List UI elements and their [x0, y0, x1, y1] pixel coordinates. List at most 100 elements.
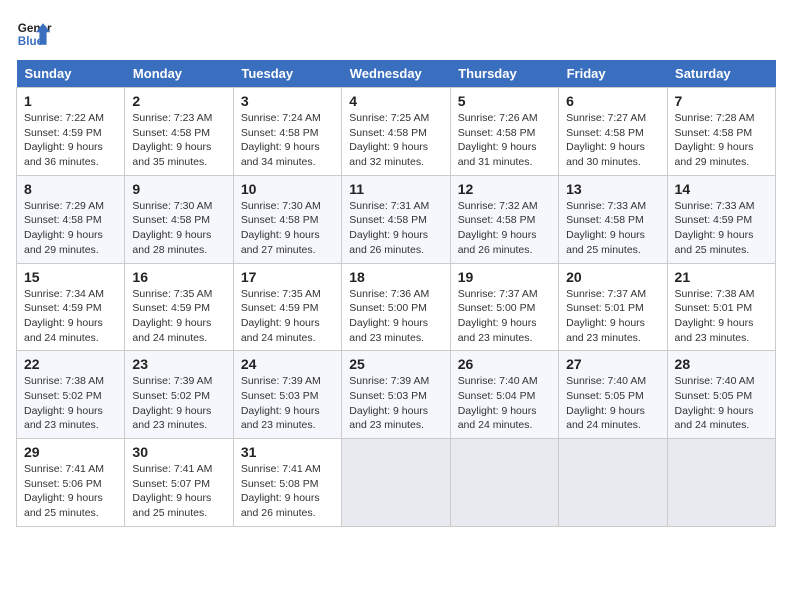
day-number: 14 — [675, 181, 768, 197]
calendar-cell: 14 Sunrise: 7:33 AM Sunset: 4:59 PM Dayli… — [667, 175, 775, 263]
day-number: 9 — [132, 181, 225, 197]
calendar-cell: 22 Sunrise: 7:38 AM Sunset: 5:02 PM Dayli… — [17, 351, 125, 439]
day-info: Sunrise: 7:22 AM Sunset: 4:59 PM Dayligh… — [24, 111, 117, 170]
day-info: Sunrise: 7:38 AM Sunset: 5:02 PM Dayligh… — [24, 374, 117, 433]
calendar-cell — [450, 439, 558, 527]
column-header-friday: Friday — [559, 60, 667, 88]
day-number: 22 — [24, 356, 117, 372]
day-info: Sunrise: 7:24 AM Sunset: 4:58 PM Dayligh… — [241, 111, 334, 170]
day-number: 3 — [241, 93, 334, 109]
calendar-cell: 29 Sunrise: 7:41 AM Sunset: 5:06 PM Dayli… — [17, 439, 125, 527]
day-info: Sunrise: 7:26 AM Sunset: 4:58 PM Dayligh… — [458, 111, 551, 170]
day-info: Sunrise: 7:37 AM Sunset: 5:00 PM Dayligh… — [458, 287, 551, 346]
day-number: 5 — [458, 93, 551, 109]
day-number: 7 — [675, 93, 768, 109]
calendar-cell: 19 Sunrise: 7:37 AM Sunset: 5:00 PM Dayli… — [450, 263, 558, 351]
day-number: 1 — [24, 93, 117, 109]
calendar-cell: 28 Sunrise: 7:40 AM Sunset: 5:05 PM Dayli… — [667, 351, 775, 439]
day-info: Sunrise: 7:39 AM Sunset: 5:02 PM Dayligh… — [132, 374, 225, 433]
column-header-monday: Monday — [125, 60, 233, 88]
calendar-cell: 30 Sunrise: 7:41 AM Sunset: 5:07 PM Dayli… — [125, 439, 233, 527]
day-info: Sunrise: 7:39 AM Sunset: 5:03 PM Dayligh… — [349, 374, 442, 433]
day-number: 21 — [675, 269, 768, 285]
day-info: Sunrise: 7:29 AM Sunset: 4:58 PM Dayligh… — [24, 199, 117, 258]
day-info: Sunrise: 7:41 AM Sunset: 5:06 PM Dayligh… — [24, 462, 117, 521]
day-number: 12 — [458, 181, 551, 197]
calendar-cell: 3 Sunrise: 7:24 AM Sunset: 4:58 PM Daylig… — [233, 88, 341, 176]
day-info: Sunrise: 7:37 AM Sunset: 5:01 PM Dayligh… — [566, 287, 659, 346]
calendar-cell: 1 Sunrise: 7:22 AM Sunset: 4:59 PM Daylig… — [17, 88, 125, 176]
day-info: Sunrise: 7:40 AM Sunset: 5:05 PM Dayligh… — [675, 374, 768, 433]
day-number: 27 — [566, 356, 659, 372]
day-number: 28 — [675, 356, 768, 372]
day-number: 26 — [458, 356, 551, 372]
week-row-1: 1 Sunrise: 7:22 AM Sunset: 4:59 PM Daylig… — [17, 88, 776, 176]
day-info: Sunrise: 7:27 AM Sunset: 4:58 PM Dayligh… — [566, 111, 659, 170]
calendar-cell: 24 Sunrise: 7:39 AM Sunset: 5:03 PM Dayli… — [233, 351, 341, 439]
day-info: Sunrise: 7:33 AM Sunset: 4:58 PM Dayligh… — [566, 199, 659, 258]
day-info: Sunrise: 7:41 AM Sunset: 5:08 PM Dayligh… — [241, 462, 334, 521]
calendar-cell: 5 Sunrise: 7:26 AM Sunset: 4:58 PM Daylig… — [450, 88, 558, 176]
day-info: Sunrise: 7:40 AM Sunset: 5:04 PM Dayligh… — [458, 374, 551, 433]
day-info: Sunrise: 7:35 AM Sunset: 4:59 PM Dayligh… — [241, 287, 334, 346]
page-header: General Blue — [16, 16, 776, 52]
day-info: Sunrise: 7:34 AM Sunset: 4:59 PM Dayligh… — [24, 287, 117, 346]
calendar-cell: 8 Sunrise: 7:29 AM Sunset: 4:58 PM Daylig… — [17, 175, 125, 263]
day-number: 4 — [349, 93, 442, 109]
column-header-thursday: Thursday — [450, 60, 558, 88]
calendar-table: SundayMondayTuesdayWednesdayThursdayFrid… — [16, 60, 776, 527]
logo-icon: General Blue — [16, 16, 52, 52]
calendar-cell: 10Sunrise: 7:30 AM Sunset: 4:58 PM Dayli… — [233, 175, 341, 263]
day-number: 16 — [132, 269, 225, 285]
week-row-4: 22 Sunrise: 7:38 AM Sunset: 5:02 PM Dayli… — [17, 351, 776, 439]
day-number: 13 — [566, 181, 659, 197]
day-number: 18 — [349, 269, 442, 285]
day-info: Sunrise: 7:30 AM Sunset: 4:58 PM Dayligh… — [241, 199, 334, 258]
day-number: 24 — [241, 356, 334, 372]
day-number: 19 — [458, 269, 551, 285]
day-info: Sunrise: 7:28 AM Sunset: 4:58 PM Dayligh… — [675, 111, 768, 170]
day-info: Sunrise: 7:25 AM Sunset: 4:58 PM Dayligh… — [349, 111, 442, 170]
header-row: SundayMondayTuesdayWednesdayThursdayFrid… — [17, 60, 776, 88]
calendar-cell: 21 Sunrise: 7:38 AM Sunset: 5:01 PM Dayli… — [667, 263, 775, 351]
day-info: Sunrise: 7:35 AM Sunset: 4:59 PM Dayligh… — [132, 287, 225, 346]
day-info: Sunrise: 7:36 AM Sunset: 5:00 PM Dayligh… — [349, 287, 442, 346]
calendar-cell: 18 Sunrise: 7:36 AM Sunset: 5:00 PM Dayli… — [342, 263, 450, 351]
day-number: 6 — [566, 93, 659, 109]
day-number: 2 — [132, 93, 225, 109]
column-header-wednesday: Wednesday — [342, 60, 450, 88]
calendar-cell — [342, 439, 450, 527]
week-row-5: 29 Sunrise: 7:41 AM Sunset: 5:06 PM Dayli… — [17, 439, 776, 527]
calendar-cell: 4 Sunrise: 7:25 AM Sunset: 4:58 PM Daylig… — [342, 88, 450, 176]
calendar-cell: 7 Sunrise: 7:28 AM Sunset: 4:58 PM Daylig… — [667, 88, 775, 176]
column-header-sunday: Sunday — [17, 60, 125, 88]
calendar-cell: 23Sunrise: 7:39 AM Sunset: 5:02 PM Dayli… — [125, 351, 233, 439]
day-number: 29 — [24, 444, 117, 460]
calendar-cell: 17Sunrise: 7:35 AM Sunset: 4:59 PM Dayli… — [233, 263, 341, 351]
calendar-cell: 26 Sunrise: 7:40 AM Sunset: 5:04 PM Dayli… — [450, 351, 558, 439]
day-info: Sunrise: 7:31 AM Sunset: 4:58 PM Dayligh… — [349, 199, 442, 258]
day-number: 31 — [241, 444, 334, 460]
day-info: Sunrise: 7:41 AM Sunset: 5:07 PM Dayligh… — [132, 462, 225, 521]
week-row-3: 15 Sunrise: 7:34 AM Sunset: 4:59 PM Dayli… — [17, 263, 776, 351]
day-number: 30 — [132, 444, 225, 460]
calendar-cell: 25Sunrise: 7:39 AM Sunset: 5:03 PM Dayli… — [342, 351, 450, 439]
column-header-saturday: Saturday — [667, 60, 775, 88]
day-info: Sunrise: 7:30 AM Sunset: 4:58 PM Dayligh… — [132, 199, 225, 258]
day-number: 8 — [24, 181, 117, 197]
day-number: 15 — [24, 269, 117, 285]
logo: General Blue — [16, 16, 52, 52]
column-header-tuesday: Tuesday — [233, 60, 341, 88]
calendar-cell: 2Sunrise: 7:23 AM Sunset: 4:58 PM Daylig… — [125, 88, 233, 176]
calendar-cell: 27 Sunrise: 7:40 AM Sunset: 5:05 PM Dayli… — [559, 351, 667, 439]
day-number: 11 — [349, 181, 442, 197]
day-info: Sunrise: 7:33 AM Sunset: 4:59 PM Dayligh… — [675, 199, 768, 258]
calendar-cell: 20 Sunrise: 7:37 AM Sunset: 5:01 PM Dayli… — [559, 263, 667, 351]
day-info: Sunrise: 7:39 AM Sunset: 5:03 PM Dayligh… — [241, 374, 334, 433]
day-info: Sunrise: 7:40 AM Sunset: 5:05 PM Dayligh… — [566, 374, 659, 433]
calendar-cell — [559, 439, 667, 527]
calendar-cell: 11 Sunrise: 7:31 AM Sunset: 4:58 PM Dayli… — [342, 175, 450, 263]
day-info: Sunrise: 7:38 AM Sunset: 5:01 PM Dayligh… — [675, 287, 768, 346]
calendar-cell: 31 Sunrise: 7:41 AM Sunset: 5:08 PM Dayli… — [233, 439, 341, 527]
day-number: 20 — [566, 269, 659, 285]
